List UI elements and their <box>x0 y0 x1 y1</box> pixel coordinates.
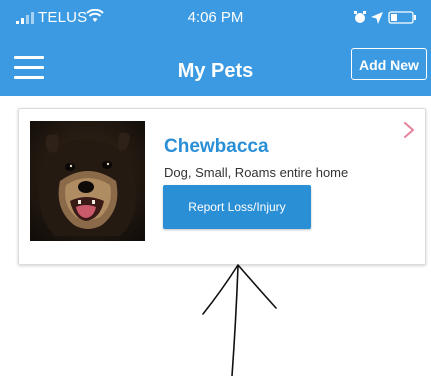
battery-icon <box>388 11 416 24</box>
pet-card[interactable]: Chewbacca Dog, Small, Roams entire home … <box>18 108 426 265</box>
app-header: My Pets Add New <box>0 34 431 96</box>
status-icons <box>354 11 416 24</box>
add-new-button[interactable]: Add New <box>351 48 427 80</box>
pet-name[interactable]: Chewbacca <box>164 136 269 158</box>
pet-details: Dog, Small, Roams entire home <box>164 165 349 180</box>
report-loss-injury-button[interactable]: Report Loss/Injury <box>163 185 311 229</box>
alarm-icon <box>354 11 366 23</box>
pet-photo <box>30 121 145 241</box>
location-icon <box>371 12 383 24</box>
chevron-right-icon[interactable] <box>403 121 415 139</box>
status-bar: TELUS 4:06 PM <box>0 0 431 34</box>
phone-screen: TELUS 4:06 PM My Pets Add New Chewbacca … <box>0 0 431 376</box>
